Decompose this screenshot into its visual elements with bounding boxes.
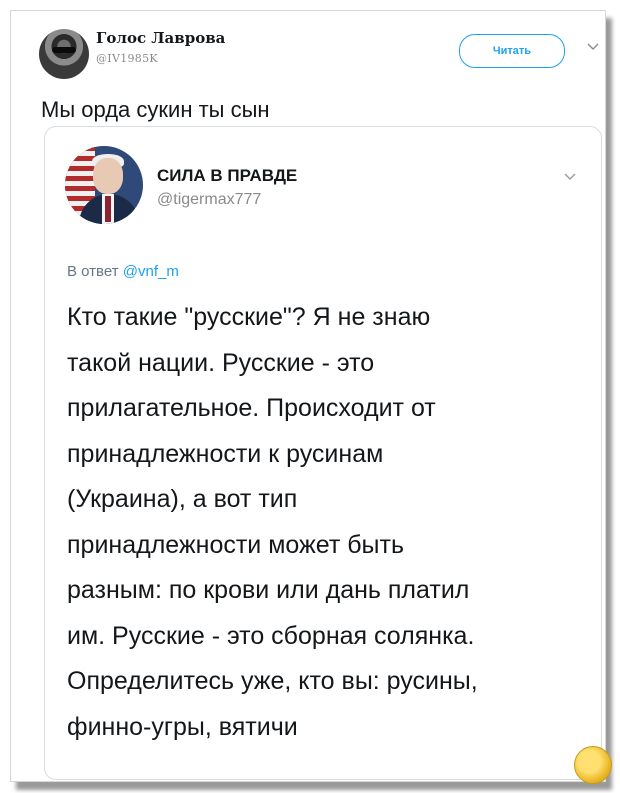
reply-prefix: В ответ bbox=[67, 263, 119, 280]
body-line: Определитесь уже, кто вы: русины, bbox=[67, 667, 478, 695]
author-handle[interactable]: @IV1985K bbox=[96, 52, 158, 65]
body-line: им. Русские - это сборная солянка. bbox=[67, 621, 475, 650]
chevron-down-icon[interactable] bbox=[586, 42, 600, 52]
body-line: такой нации. Русские - это bbox=[67, 348, 375, 377]
face-graphic bbox=[93, 158, 123, 194]
body-line: принадлежности может быть bbox=[67, 530, 404, 559]
author-avatar[interactable] bbox=[39, 29, 89, 79]
quoted-author-name[interactable]: СИЛА В ПРАВДЕ bbox=[157, 166, 297, 186]
body-line: финно-угры, вятичи bbox=[67, 712, 298, 741]
chevron-down-icon[interactable] bbox=[563, 172, 577, 182]
body-line: прилагательное. Происходит от bbox=[67, 394, 436, 422]
tweet-text: Мы орда сукин ты сын bbox=[41, 97, 270, 122]
quoted-tweet[interactable]: СИЛА В ПРАВДЕ @tigermax777 В ответ @vnf_… bbox=[44, 126, 602, 780]
quoted-author-avatar[interactable] bbox=[65, 146, 143, 224]
author-name[interactable]: Голос Лаврова bbox=[96, 29, 225, 47]
follow-button[interactable]: Читать bbox=[459, 34, 565, 68]
avatar-glasses bbox=[52, 47, 76, 53]
reply-mention-link[interactable]: @vnf_m bbox=[123, 263, 179, 280]
body-line: разным: по крови или дань платил bbox=[67, 576, 470, 604]
body-line: принадлежности к русинам bbox=[67, 439, 384, 468]
watermark-logo bbox=[574, 746, 612, 784]
tie-graphic bbox=[105, 196, 111, 222]
reply-context: В ответ @vnf_m bbox=[67, 263, 179, 280]
tweet-card: Голос Лаврова @IV1985K Читать Мы орда су… bbox=[10, 10, 612, 784]
body-line: (Украина), а вот тип bbox=[67, 485, 298, 513]
body-line: Кто такие "русские"? Я не знаю bbox=[67, 303, 431, 331]
quoted-author-handle[interactable]: @tigermax777 bbox=[157, 191, 261, 209]
quoted-tweet-body: Кто такие "русские"? Я не знаю такой нац… bbox=[67, 295, 587, 750]
